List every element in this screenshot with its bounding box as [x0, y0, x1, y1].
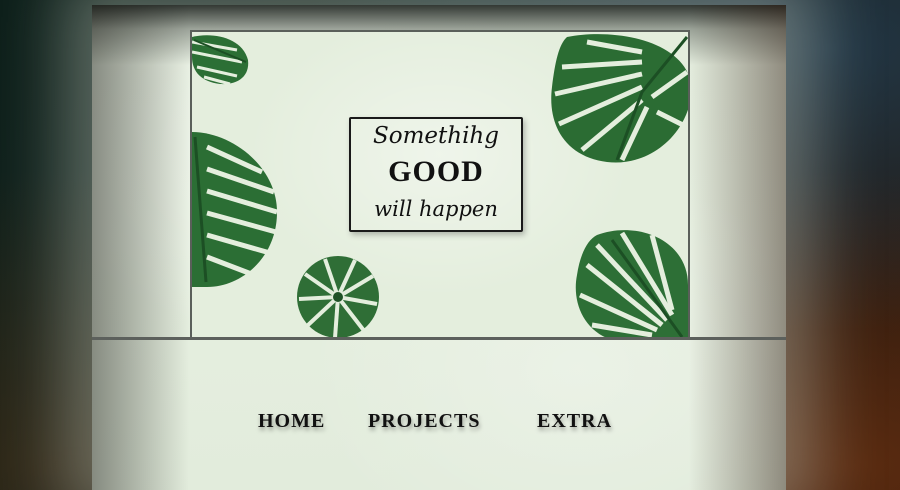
quote-box: Somethihg GOOD will happen	[349, 117, 523, 232]
nav-extra-link[interactable]: EXTRA	[537, 410, 612, 433]
monstera-leaf-top-left	[192, 35, 249, 86]
nav-home-link[interactable]: HOME	[258, 410, 325, 433]
nav-projects-link[interactable]: PROJECTS	[368, 410, 480, 433]
quote-line-3: will happen	[374, 197, 498, 221]
section-divider	[92, 337, 786, 340]
main-nav: HOME PROJECTS EXTRA	[0, 410, 900, 440]
monstera-leaf-bottom	[297, 256, 379, 338]
hero-banner: Somethihg GOOD will happen	[190, 30, 690, 338]
quote-line-2: GOOD	[388, 155, 484, 188]
monstera-leaf-top-right	[551, 34, 688, 163]
monstera-leaf-left	[192, 132, 278, 287]
monstera-leaf-bottom-right	[575, 230, 688, 338]
quote-line-1: Somethihg	[373, 123, 499, 149]
